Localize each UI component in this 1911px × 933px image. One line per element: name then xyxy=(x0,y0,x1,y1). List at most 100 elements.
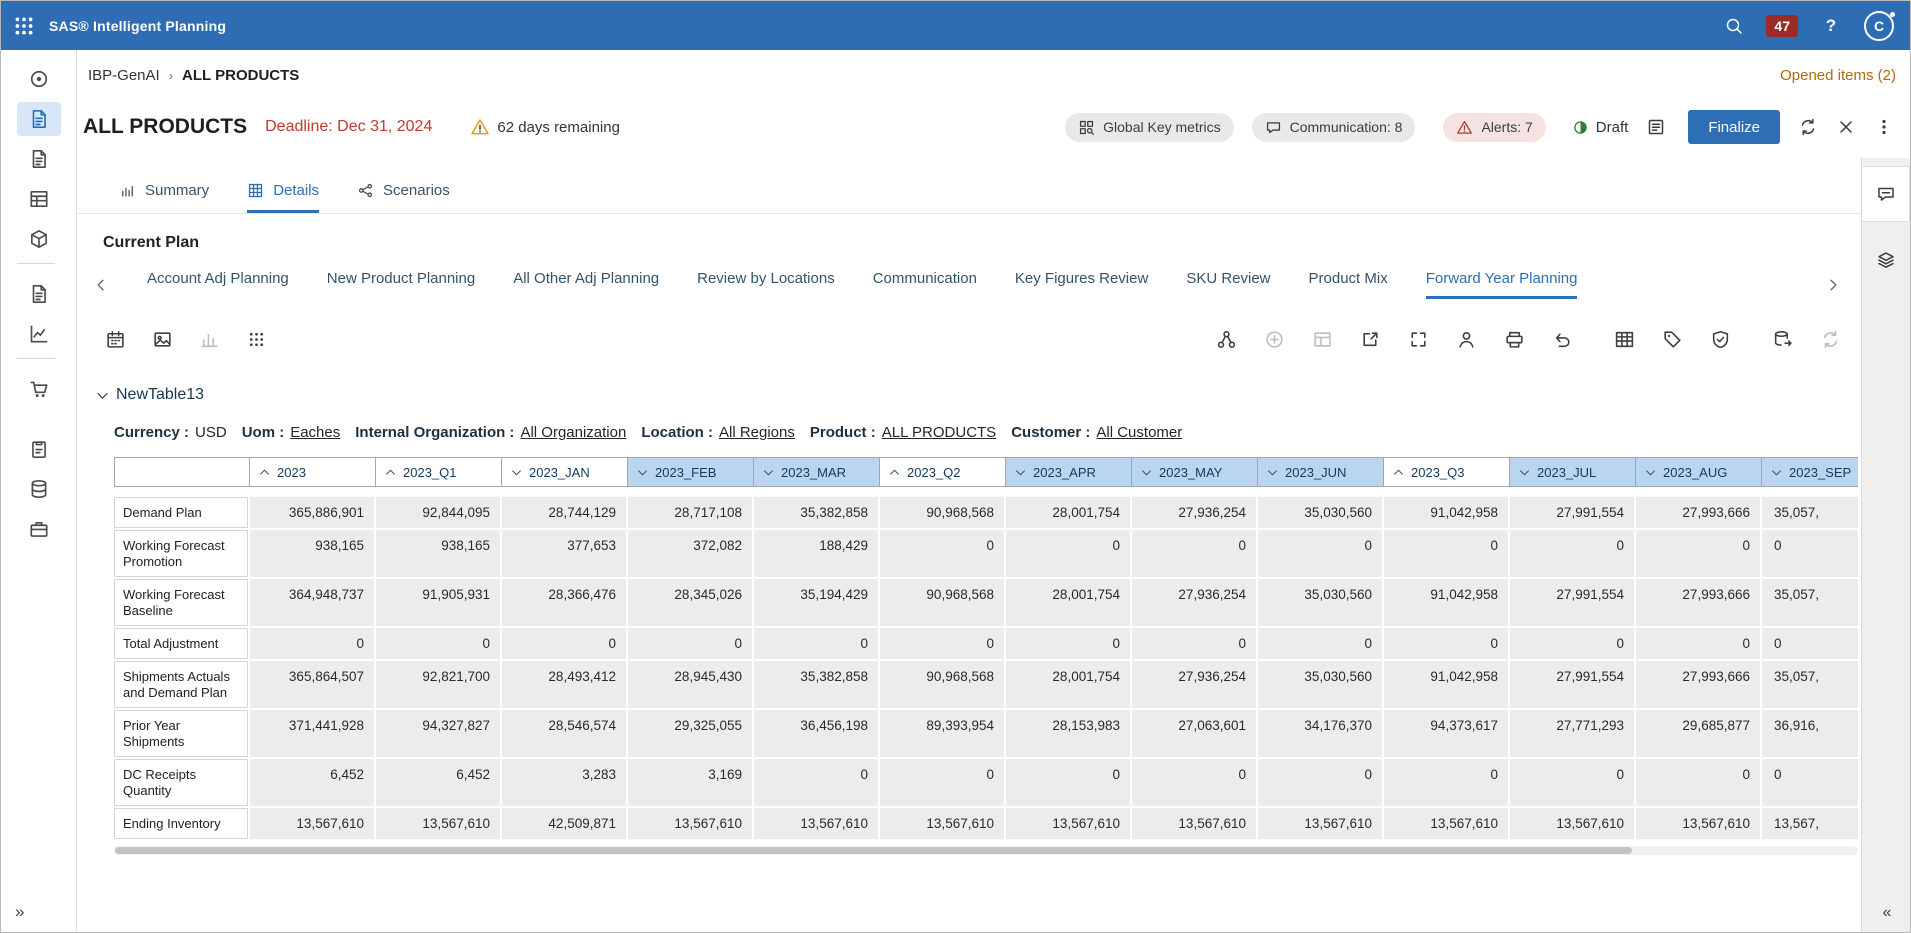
toolbar-hierarchy-icon[interactable] xyxy=(1216,329,1237,350)
subtab-all-other-adj-planning[interactable]: All Other Adj Planning xyxy=(513,270,659,299)
notification-badge[interactable]: 47 xyxy=(1766,15,1798,37)
subtabs-scroll-left-icon[interactable] xyxy=(93,277,109,293)
subtab-forward-year-planning[interactable]: Forward Year Planning xyxy=(1426,270,1578,299)
sidebar-item-database[interactable] xyxy=(17,472,61,506)
toolbar-open-window-icon[interactable] xyxy=(1360,329,1381,350)
cell[interactable]: 35,057, xyxy=(1762,661,1858,708)
cell[interactable]: 0 xyxy=(1132,759,1256,806)
cell[interactable]: 90,968,568 xyxy=(880,661,1004,708)
sidebar-item-box[interactable] xyxy=(17,222,61,256)
cell[interactable]: 13,567,610 xyxy=(1132,808,1256,839)
rail-item-layers[interactable] xyxy=(1862,232,1910,288)
cell[interactable]: 0 xyxy=(1636,759,1760,806)
cell[interactable]: 0 xyxy=(754,759,878,806)
cell[interactable]: 28,493,412 xyxy=(502,661,626,708)
cell[interactable]: 35,057, xyxy=(1762,497,1858,528)
tab-details[interactable]: Details xyxy=(247,182,319,213)
sidebar-item-chart-line[interactable] xyxy=(17,317,61,351)
avatar[interactable]: C xyxy=(1864,11,1894,41)
cell[interactable]: 28,945,430 xyxy=(628,661,752,708)
cell[interactable]: 0 xyxy=(1762,759,1858,806)
cell[interactable]: 371,441,928 xyxy=(250,710,374,757)
opened-items-link[interactable]: Opened items (2) xyxy=(1780,67,1896,84)
global-key-metrics-button[interactable]: Global Key metrics xyxy=(1065,113,1233,142)
help-button[interactable]: ? xyxy=(1820,16,1842,36)
filter-value-all-products[interactable]: ALL PRODUCTS xyxy=(882,424,996,441)
subtab-review-by-locations[interactable]: Review by Locations xyxy=(697,270,835,299)
cell[interactable]: 0 xyxy=(1636,628,1760,659)
kebab-menu-icon[interactable] xyxy=(1874,117,1894,137)
table-section-header[interactable]: NewTable13 xyxy=(95,386,1861,404)
filter-value-all-organization[interactable]: All Organization xyxy=(520,424,626,441)
subtab-sku-review[interactable]: SKU Review xyxy=(1186,270,1270,299)
toolbar-image-icon[interactable] xyxy=(152,329,173,350)
cell[interactable]: 27,993,666 xyxy=(1636,497,1760,528)
cell[interactable]: 35,030,560 xyxy=(1258,661,1382,708)
cell[interactable]: 0 xyxy=(1258,530,1382,577)
sync-icon[interactable] xyxy=(1798,117,1818,137)
cell[interactable]: 29,325,055 xyxy=(628,710,752,757)
cell[interactable]: 27,936,254 xyxy=(1132,579,1256,626)
toolbar-calendar-icon[interactable] xyxy=(105,329,126,350)
sidebar-expand-icon[interactable]: » xyxy=(15,902,22,922)
cell[interactable]: 3,283 xyxy=(502,759,626,806)
cell[interactable]: 91,042,958 xyxy=(1384,661,1508,708)
cell[interactable]: 27,993,666 xyxy=(1636,661,1760,708)
cell[interactable]: 0 xyxy=(880,759,1004,806)
cell[interactable]: 13,567, xyxy=(1762,808,1858,839)
communication-button[interactable]: Communication: 8 xyxy=(1252,113,1416,142)
cell[interactable]: 13,567,610 xyxy=(1384,808,1508,839)
cell[interactable]: 364,948,737 xyxy=(250,579,374,626)
cell[interactable]: 0 xyxy=(880,628,1004,659)
sidebar-item-document[interactable] xyxy=(17,102,61,136)
cell[interactable]: 27,991,554 xyxy=(1510,661,1634,708)
cell[interactable]: 28,717,108 xyxy=(628,497,752,528)
column-header-2023-aug[interactable]: 2023_AUG xyxy=(1636,457,1762,487)
column-header-2023-apr[interactable]: 2023_APR xyxy=(1006,457,1132,487)
toolbar-expand-icon[interactable] xyxy=(1408,329,1429,350)
cell[interactable]: 0 xyxy=(1384,530,1508,577)
filter-value-all-customer[interactable]: All Customer xyxy=(1096,424,1182,441)
sidebar-item-document[interactable] xyxy=(17,277,61,311)
cell[interactable]: 92,821,700 xyxy=(376,661,500,708)
cell[interactable]: 0 xyxy=(1384,628,1508,659)
cell[interactable]: 188,429 xyxy=(754,530,878,577)
sidebar-item-clipboard-edit[interactable] xyxy=(17,432,61,466)
cell[interactable]: 28,001,754 xyxy=(1006,661,1130,708)
cell[interactable]: 0 xyxy=(1132,530,1256,577)
cell[interactable]: 28,366,476 xyxy=(502,579,626,626)
cell[interactable]: 0 xyxy=(502,628,626,659)
cell[interactable]: 28,546,574 xyxy=(502,710,626,757)
cell[interactable]: 0 xyxy=(1006,530,1130,577)
cell[interactable]: 35,382,858 xyxy=(754,661,878,708)
cell[interactable]: 35,382,858 xyxy=(754,497,878,528)
finalize-button[interactable]: Finalize xyxy=(1688,110,1780,144)
subtab-account-adj-planning[interactable]: Account Adj Planning xyxy=(147,270,289,299)
scrollbar-thumb[interactable] xyxy=(115,847,1632,854)
cell[interactable]: 28,001,754 xyxy=(1006,497,1130,528)
toolbar-tag-icon[interactable] xyxy=(1662,329,1683,350)
cell[interactable]: 92,844,095 xyxy=(376,497,500,528)
cell[interactable]: 0 xyxy=(1510,530,1634,577)
column-header-2023-q1[interactable]: 2023_Q1 xyxy=(376,457,502,487)
apps-grid-icon[interactable] xyxy=(13,9,35,43)
cell[interactable]: 13,567,610 xyxy=(1510,808,1634,839)
cell[interactable]: 372,082 xyxy=(628,530,752,577)
cell[interactable]: 36,456,198 xyxy=(754,710,878,757)
cell[interactable]: 13,567,610 xyxy=(1636,808,1760,839)
cell[interactable]: 13,567,610 xyxy=(376,808,500,839)
sidebar-item-briefcase[interactable] xyxy=(17,512,61,546)
close-icon[interactable] xyxy=(1836,117,1856,137)
cell[interactable]: 13,567,610 xyxy=(628,808,752,839)
cell[interactable]: 0 xyxy=(1258,759,1382,806)
column-header-2023-jul[interactable]: 2023_JUL xyxy=(1510,457,1636,487)
cell[interactable]: 27,993,666 xyxy=(1636,579,1760,626)
cell[interactable]: 0 xyxy=(754,628,878,659)
cell[interactable]: 0 xyxy=(1132,628,1256,659)
cell[interactable]: 6,452 xyxy=(376,759,500,806)
cell[interactable]: 13,567,610 xyxy=(880,808,1004,839)
cell[interactable]: 13,567,610 xyxy=(1258,808,1382,839)
alerts-button[interactable]: Alerts: 7 xyxy=(1443,113,1545,142)
cell[interactable]: 27,771,293 xyxy=(1510,710,1634,757)
cell[interactable]: 34,176,370 xyxy=(1258,710,1382,757)
